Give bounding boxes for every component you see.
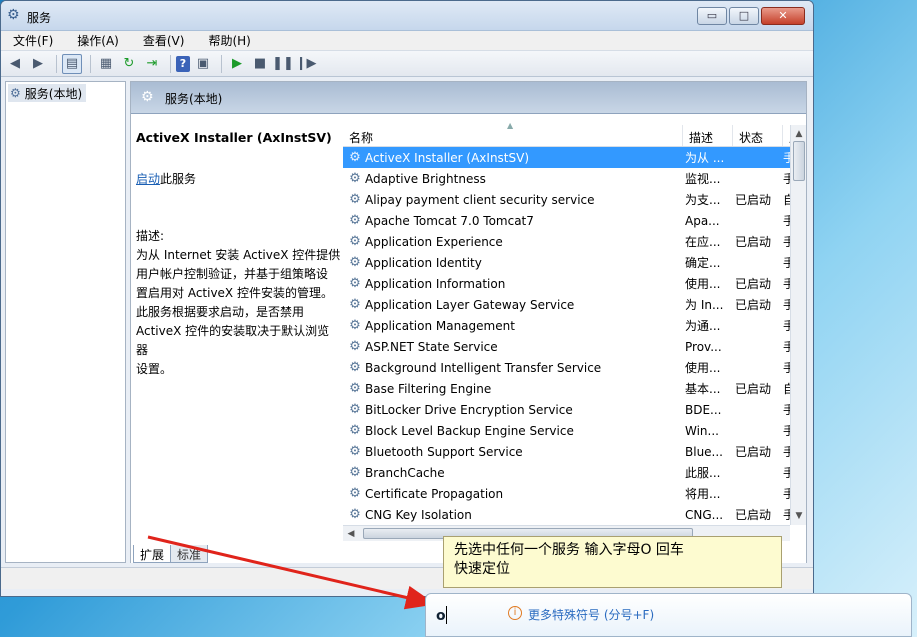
callout-line: 先选中任何一个服务 输入字母O 回车 bbox=[454, 542, 684, 558]
text-caret bbox=[446, 606, 447, 624]
annotation-arrow-line bbox=[147, 535, 436, 610]
ime-input-text: o bbox=[436, 608, 446, 624]
info-icon: i bbox=[508, 606, 522, 620]
callout-line: 快速定位 bbox=[454, 561, 510, 577]
ime-candidate-bar: o i 更多特殊符号 (分号+F) bbox=[425, 593, 912, 637]
ime-special-symbols-link[interactable]: 更多特殊符号 (分号+F) bbox=[528, 606, 654, 623]
annotation-callout: 先选中任何一个服务 输入字母O 回车 快速定位 bbox=[443, 536, 782, 588]
